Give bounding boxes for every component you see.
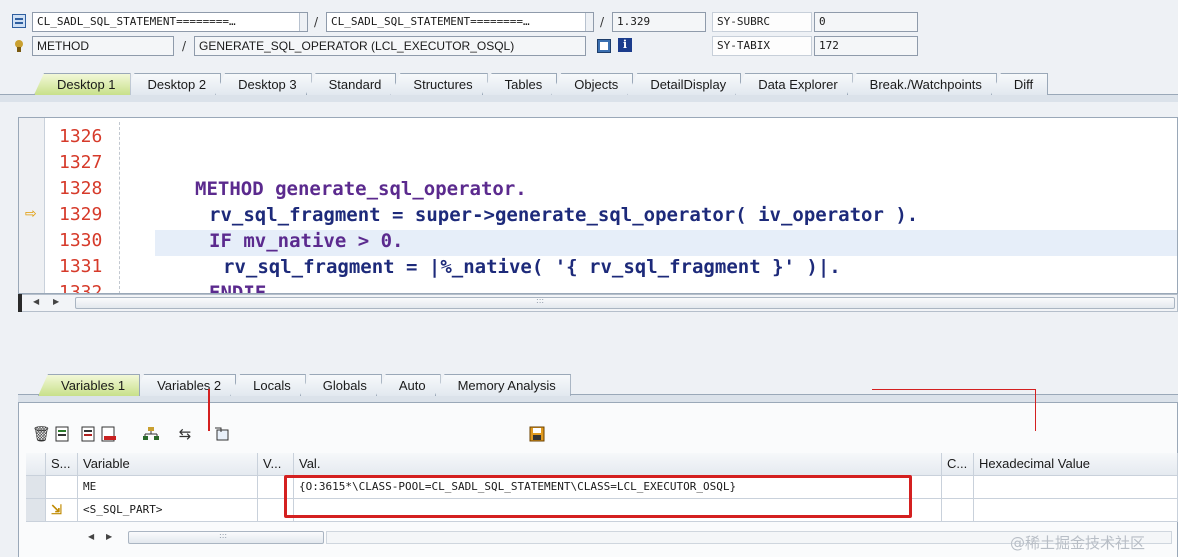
insert-row-icon[interactable]	[54, 426, 72, 442]
line-number[interactable]: 1326	[59, 124, 119, 150]
hex-cell	[974, 476, 1178, 499]
row-selector[interactable]	[26, 499, 46, 522]
main-tab[interactable]: Objects	[551, 73, 634, 95]
sy-tabix-label: SY-TABIX	[712, 36, 812, 56]
var-tab[interactable]: Auto	[375, 374, 441, 396]
annotation-line	[1035, 389, 1036, 431]
main-tab-bar-bg	[0, 94, 1178, 102]
col-header-c[interactable]: C...	[942, 453, 974, 476]
line-number[interactable]: 1328	[59, 176, 119, 202]
code-line[interactable]: rv_sql_fragment = super->generate_sql_op…	[209, 202, 918, 228]
variable-cell[interactable]: <S_SQL_PART>	[78, 499, 258, 522]
col-header-v[interactable]: V...	[258, 453, 294, 476]
separator: /	[182, 39, 187, 53]
row-selector-header	[26, 453, 46, 476]
code-line[interactable]: METHOD generate_sql_operator.	[195, 176, 527, 202]
annotation-line	[208, 389, 210, 431]
line-field[interactable]: 1.329	[612, 12, 706, 32]
main-tab[interactable]: Standard	[305, 73, 397, 95]
hex-cell	[974, 499, 1178, 522]
main-tab[interactable]: Diff	[990, 73, 1049, 95]
source-left-edge	[18, 294, 22, 312]
scroll-grip: :::	[536, 296, 545, 305]
main-tab[interactable]: DetailDisplay	[627, 73, 742, 95]
scroll-right-icon[interactable]: ▶	[106, 532, 112, 541]
annotation-highlight-box	[284, 475, 912, 518]
separator: /	[314, 15, 319, 29]
var-tab[interactable]: Memory Analysis	[434, 374, 571, 396]
code-line[interactable]: rv_sql_fragment = |%_native( '{ rv_sql_f…	[223, 254, 841, 280]
save-icon[interactable]	[528, 426, 546, 442]
scroll-left-icon[interactable]: ◀	[33, 297, 39, 306]
scroll-right-icon[interactable]: ▶	[53, 297, 59, 306]
info-icon[interactable]: i	[618, 38, 632, 52]
method-icon	[12, 38, 26, 52]
delete-row-icon[interactable]	[100, 426, 118, 442]
main-tab[interactable]: Desktop 2	[124, 73, 222, 95]
main-tab[interactable]: Structures	[390, 73, 488, 95]
watermark: @稀土掘金技术社区	[1010, 534, 1146, 552]
source-scrollbar[interactable]: ◀ ▶ :::	[18, 294, 1178, 312]
line-number[interactable]: 1329	[59, 202, 119, 228]
main-tab[interactable]: Break./Watchpoints	[846, 73, 997, 95]
var-tab[interactable]: Variables 2	[134, 374, 237, 396]
var-tab[interactable]: Globals	[299, 374, 382, 396]
line-number[interactable]: 1330	[59, 228, 119, 254]
main-tab[interactable]: Data Explorer	[735, 73, 853, 95]
var-tab[interactable]: Variables 1	[38, 374, 141, 396]
line-number[interactable]: 1332	[59, 280, 119, 293]
event-type-field: METHOD	[32, 36, 174, 56]
main-tab[interactable]: Desktop 3	[215, 73, 312, 95]
scroll-grip: :::	[219, 531, 228, 540]
transfer-icon[interactable]: ⇆	[176, 426, 194, 442]
include-field[interactable]: CL_SADL_SQL_STATEMENT========…	[326, 12, 594, 32]
main-tab[interactable]: Desktop 1	[34, 73, 131, 95]
field-symbol-icon: ⇲	[46, 499, 78, 522]
hierarchy-icon[interactable]	[142, 426, 160, 442]
new-tool-icon[interactable]	[213, 426, 231, 442]
execution-arrow-icon: ⇨	[25, 206, 37, 222]
code-line[interactable]: IF mv_native > 0.	[209, 228, 403, 254]
c-cell	[942, 499, 974, 522]
delete-icon[interactable]: 🗑	[32, 426, 51, 442]
var-tab-bar: Variables 1 Variables 2 Locals Globals Auto M…	[38, 372, 571, 396]
main-tab-bar: Desktop 1 Desktop 2 Desktop 3 Standard Struc…	[34, 71, 1049, 95]
variable-cell[interactable]: ME	[78, 476, 258, 499]
line-number[interactable]: 1327	[59, 150, 119, 176]
main-tab[interactable]: Tables	[481, 73, 558, 95]
line-number-divider	[119, 122, 120, 293]
source-code-panel: ⇨ 1326 1327 1328 METHOD generate_sql_operat…	[18, 117, 1178, 294]
separator: /	[600, 15, 605, 29]
event-name-field: GENERATE_SQL_OPERATOR (LCL_EXECUTOR_OSQL…	[194, 36, 586, 56]
var-tab[interactable]: Locals	[230, 374, 306, 396]
row-status-cell	[46, 476, 78, 499]
col-header-hex[interactable]: Hexadecimal Value	[974, 453, 1178, 476]
display-source-icon[interactable]	[597, 39, 611, 53]
line-number[interactable]: 1331	[59, 254, 119, 280]
code-line[interactable]: ENDIF.	[209, 280, 278, 293]
scroll-thumb[interactable]: :::	[75, 296, 1175, 309]
col-header-variable[interactable]: Variable	[78, 453, 258, 476]
c-cell	[942, 476, 974, 499]
col-header-status[interactable]: S...	[46, 453, 78, 476]
sy-subrc-value[interactable]: 0	[814, 12, 918, 32]
append-row-icon[interactable]	[80, 426, 98, 442]
annotation-line	[872, 389, 1036, 390]
scroll-left-icon[interactable]: ◀	[88, 532, 94, 541]
row-selector[interactable]	[26, 476, 46, 499]
program-icon	[12, 14, 26, 28]
program-field[interactable]: CL_SADL_SQL_STATEMENT========…	[32, 12, 308, 32]
col-header-value[interactable]: Val.	[294, 453, 942, 476]
scroll-thumb[interactable]: :::	[128, 531, 324, 544]
sy-tabix-value[interactable]: 172	[814, 36, 918, 56]
sy-subrc-label: SY-SUBRC	[712, 12, 812, 32]
